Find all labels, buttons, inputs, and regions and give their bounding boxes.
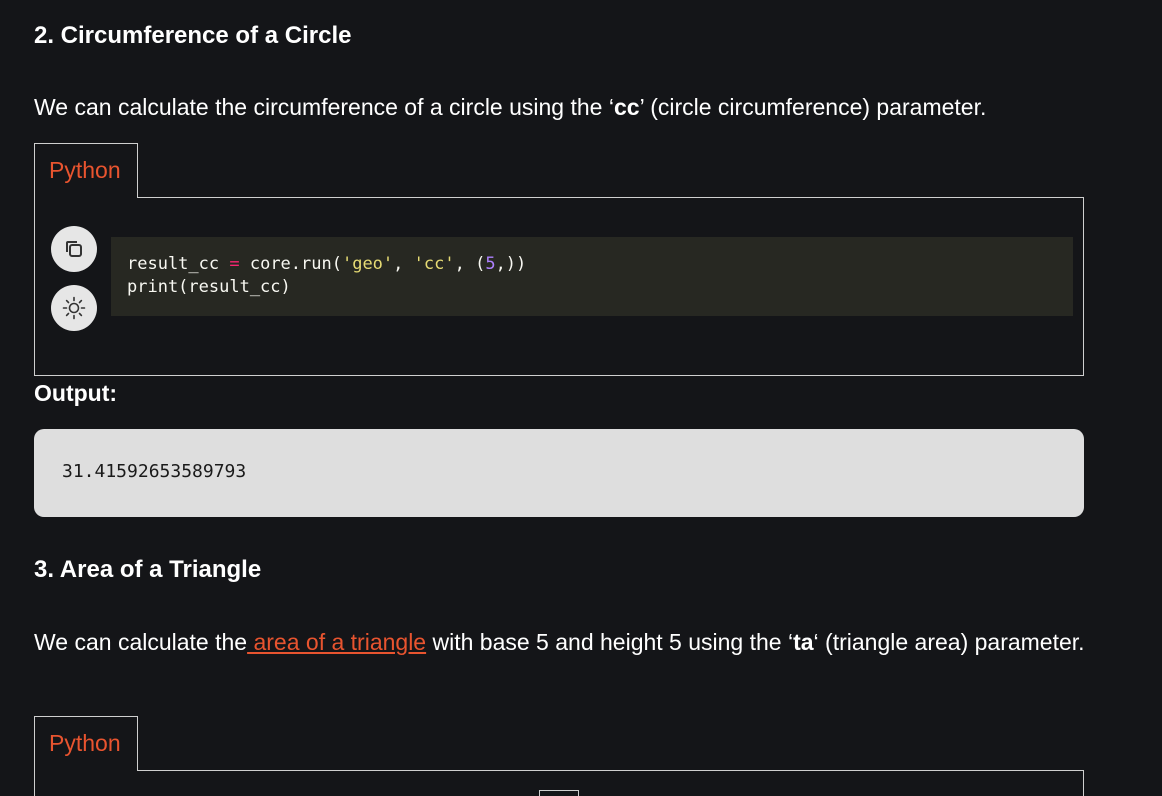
section-paragraph-circumference: We can calculate the circumference of a … bbox=[34, 88, 1094, 126]
code-panel-edge bbox=[539, 790, 579, 796]
paragraph-text: ‘ (triangle area) parameter. bbox=[813, 629, 1085, 655]
section-heading-circumference: 2. Circumference of a Circle bbox=[34, 22, 352, 49]
code-block[interactable]: result_cc = core.run('geo', 'cc', (5,)) … bbox=[111, 237, 1073, 316]
tab-python[interactable]: Python bbox=[34, 143, 138, 198]
code-token: ,)) bbox=[495, 254, 527, 274]
output-value: 31.41592653589793 bbox=[62, 461, 247, 482]
tab-python[interactable]: Python bbox=[34, 716, 138, 771]
sun-icon bbox=[62, 296, 86, 320]
code-token-operator: = bbox=[229, 254, 240, 274]
code-token: , bbox=[393, 254, 414, 274]
theme-toggle-button[interactable] bbox=[51, 285, 97, 331]
section-heading-triangle: 3. Area of a Triangle bbox=[34, 556, 262, 583]
copy-icon bbox=[66, 241, 82, 257]
output-label: Output: bbox=[34, 380, 118, 406]
code-token-string: 'geo' bbox=[341, 254, 394, 274]
tab-python-label: Python bbox=[49, 157, 121, 183]
code-line: print(result_cc) bbox=[127, 277, 291, 297]
paragraph-text: ’ (circle circumference) parameter. bbox=[639, 94, 987, 120]
paragraph-bold-param: ta bbox=[793, 629, 814, 655]
article-page: 2. Circumference of a Circle We can calc… bbox=[0, 0, 1162, 796]
code-token-string: 'cc' bbox=[413, 254, 455, 274]
area-of-triangle-link[interactable]: area of a triangle bbox=[247, 629, 426, 655]
paragraph-bold-param: cc bbox=[613, 94, 640, 120]
paragraph-text: We can calculate the bbox=[34, 629, 248, 655]
output-block: 31.41592653589793 bbox=[34, 429, 1084, 517]
tab-python-label: Python bbox=[49, 730, 121, 756]
section-paragraph-triangle: We can calculate the area of a triangle … bbox=[34, 623, 1094, 661]
code-token: result_cc bbox=[127, 254, 230, 274]
code-token: core.run( bbox=[239, 254, 342, 274]
code-panel: result_cc = core.run('geo', 'cc', (5,)) … bbox=[34, 197, 1084, 376]
code-token-number: 5 bbox=[485, 254, 496, 274]
paragraph-text: with base 5 and height 5 using the ‘ bbox=[426, 629, 794, 655]
paragraph-text: We can calculate the circumference of a … bbox=[34, 94, 614, 120]
copy-button[interactable] bbox=[51, 226, 97, 272]
code-token: , ( bbox=[454, 254, 486, 274]
